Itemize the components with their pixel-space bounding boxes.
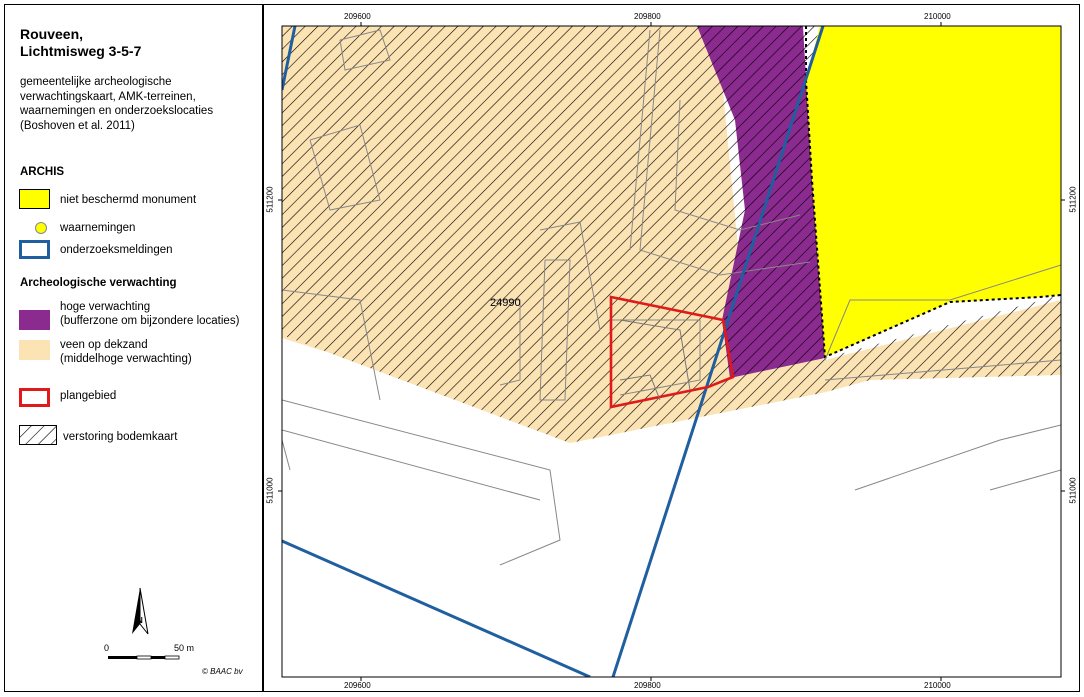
y-tick-left-1: 511200 [265, 186, 275, 213]
waarnemingen-dot-icon [35, 222, 47, 234]
x-tick-bottom-3: 210000 [924, 681, 951, 690]
x-tick-bottom-1: 209600 [344, 681, 371, 690]
y-tick-right-2: 511000 [1068, 477, 1078, 504]
legend-label-onderzoeksmeldingen: onderzoeksmeldingen [60, 244, 173, 256]
legend-label-hoge-verwachting: hoge verwachting (bufferzone om bijzonde… [60, 301, 240, 327]
legend-label-plangebied: plangebied [60, 390, 117, 402]
legend-label-veen: veen op dekzand (middelhoge verwachting) [60, 339, 192, 365]
plangebied-swatch [19, 388, 50, 407]
hoge-verwachting-swatch [19, 310, 50, 330]
parcel-label: 24990 [490, 297, 521, 309]
x-tick-top-1: 209600 [344, 12, 371, 21]
map-frame-outer [263, 4, 1080, 692]
x-tick-bottom-2: 209800 [634, 681, 661, 690]
legend-label-verstoring: verstoring bodemkaart [63, 431, 178, 443]
map-title: Rouveen, Lichtmisweg 3-5-7 [20, 26, 142, 59]
legend-label-waarnemingen: waarnemingen [60, 222, 136, 234]
verwachting-heading: Archeologische verwachting [20, 277, 177, 289]
legend-label-monument: niet beschermd monument [60, 194, 197, 206]
archis-heading: ARCHIS [20, 166, 65, 178]
map-subtitle: gemeentelijke archeologische verwachting… [20, 76, 214, 132]
verstoring-swatch [19, 425, 57, 445]
y-tick-left-2: 511000 [265, 477, 275, 504]
scale-start: 0 [104, 643, 110, 653]
x-tick-top-2: 209800 [634, 12, 661, 21]
north-label: N [137, 616, 143, 625]
monument-swatch [19, 189, 50, 209]
y-tick-right-1: 511200 [1068, 186, 1078, 213]
scale-end: 50 m [174, 643, 195, 653]
veen-swatch [19, 340, 50, 360]
x-tick-top-3: 210000 [924, 12, 951, 21]
onderzoeksmeldingen-swatch [19, 240, 50, 259]
copyright: © BAAC bv [202, 667, 243, 676]
